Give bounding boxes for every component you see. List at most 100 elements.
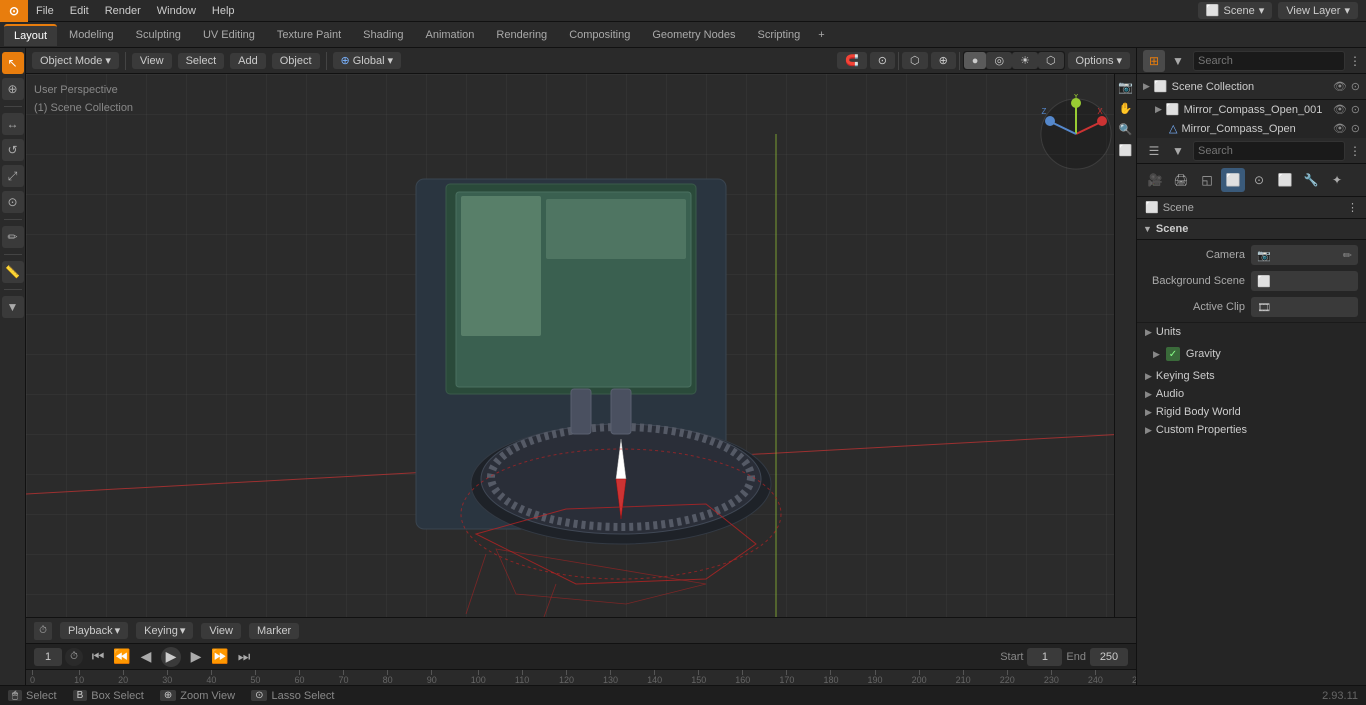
- zoom-icon[interactable]: 🔍: [1117, 120, 1135, 138]
- menu-help[interactable]: Help: [204, 0, 243, 22]
- scale-tool-button[interactable]: ⤢: [2, 165, 24, 187]
- transform-tool-button[interactable]: ⊙: [2, 191, 24, 213]
- select-menu[interactable]: Select: [178, 53, 225, 69]
- scene-coll-eye[interactable]: 👁: [1333, 80, 1347, 93]
- collection-item-name-1[interactable]: Mirror_Compass_Open_001: [1184, 104, 1329, 116]
- tab-rendering[interactable]: Rendering: [486, 24, 557, 46]
- world-props-icon[interactable]: ⊙: [1247, 168, 1271, 192]
- outliner-options-icon[interactable]: ⋮: [1349, 50, 1361, 72]
- tab-modeling[interactable]: Modeling: [59, 24, 124, 46]
- timeline-editor-icon[interactable]: ⏱: [34, 622, 52, 640]
- rendered-shading-button[interactable]: ☀: [1012, 52, 1038, 69]
- jump-to-end-button[interactable]: ⏭: [235, 648, 253, 666]
- add-tool-button[interactable]: ▼: [2, 296, 24, 318]
- particles-props-icon[interactable]: ✦: [1325, 168, 1349, 192]
- next-keyframe-button[interactable]: ⏩: [211, 648, 229, 666]
- select-tool-button[interactable]: ↖: [2, 52, 24, 74]
- tab-texture-paint[interactable]: Texture Paint: [267, 24, 351, 46]
- proportional-toggle[interactable]: ⊙: [870, 52, 895, 69]
- cursor-tool-button[interactable]: ⊕: [2, 78, 24, 100]
- properties-options-icon[interactable]: ⋮: [1349, 140, 1361, 162]
- view-menu[interactable]: View: [132, 53, 172, 69]
- start-frame-input[interactable]: 1: [1027, 648, 1062, 666]
- marker-menu[interactable]: Marker: [249, 623, 299, 639]
- rotate-tool-button[interactable]: ↺: [2, 139, 24, 161]
- next-frame-button[interactable]: ▶: [187, 648, 205, 666]
- properties-search-input[interactable]: [1193, 141, 1345, 161]
- coll-eye-1[interactable]: 👁: [1333, 103, 1347, 116]
- hand-icon[interactable]: ✋: [1117, 99, 1135, 117]
- render-props-icon[interactable]: 🎥: [1143, 168, 1167, 192]
- scene-section-header[interactable]: ▼ Scene: [1137, 219, 1366, 240]
- overlay-toggle[interactable]: ⬡: [902, 52, 928, 69]
- object-props-icon[interactable]: ⬜: [1273, 168, 1297, 192]
- coll-vis-2[interactable]: ⊙: [1351, 122, 1360, 135]
- object-menu[interactable]: Object: [272, 53, 320, 69]
- view-layer-props-icon[interactable]: ◱: [1195, 168, 1219, 192]
- gizmo-toggle[interactable]: ⊕: [931, 52, 956, 69]
- menu-file[interactable]: File: [28, 0, 62, 22]
- menu-edit[interactable]: Edit: [62, 0, 97, 22]
- camera-view-icon[interactable]: 📷: [1117, 78, 1135, 96]
- gravity-checkbox[interactable]: ✓: [1166, 347, 1180, 361]
- custom-properties-collapse[interactable]: ▶ Custom Properties: [1137, 421, 1366, 439]
- tab-scripting[interactable]: Scripting: [747, 24, 810, 46]
- collection-item-name-2[interactable]: Mirror_Compass_Open: [1181, 123, 1328, 135]
- view-all-icon[interactable]: ⬜: [1117, 141, 1135, 159]
- output-props-icon[interactable]: 🖨: [1169, 168, 1193, 192]
- menu-window[interactable]: Window: [149, 0, 204, 22]
- snap-toggle[interactable]: 🧲: [837, 52, 867, 69]
- rigid-body-world-collapse[interactable]: ▶ Rigid Body World: [1137, 403, 1366, 421]
- current-frame-display[interactable]: 1: [34, 648, 62, 666]
- view-layer-selector[interactable]: View Layer ▾: [1278, 2, 1358, 19]
- navigation-gizmo[interactable]: X Y Z: [1036, 94, 1116, 174]
- background-scene-value[interactable]: ⬜: [1251, 271, 1358, 291]
- outliner-filter-icon[interactable]: ▼: [1167, 50, 1189, 72]
- outliner-icon[interactable]: ⊞: [1143, 50, 1165, 72]
- tab-uv-editing[interactable]: UV Editing: [193, 24, 265, 46]
- properties-icon[interactable]: ☰: [1143, 140, 1165, 162]
- camera-prop-value[interactable]: 📷 ✏: [1251, 245, 1358, 265]
- units-collapse[interactable]: ▶ Units: [1137, 323, 1366, 341]
- play-button[interactable]: ▶: [161, 647, 181, 667]
- scene-props-icon[interactable]: ⬜: [1221, 168, 1245, 192]
- tab-shading[interactable]: Shading: [353, 24, 413, 46]
- annotate-tool-button[interactable]: ✏: [2, 226, 24, 248]
- modifier-props-icon[interactable]: 🔧: [1299, 168, 1323, 192]
- tab-compositing[interactable]: Compositing: [559, 24, 640, 46]
- scene-selector[interactable]: ⬜ Scene ▾: [1198, 2, 1272, 19]
- add-workspace-button[interactable]: +: [812, 29, 830, 41]
- measure-tool-button[interactable]: 📏: [2, 261, 24, 283]
- timeline-ruler[interactable]: 0102030405060708090100110120130140150160…: [26, 669, 1136, 685]
- wireframe-shading-button[interactable]: ⬡: [1038, 52, 1064, 69]
- transform-space-selector[interactable]: ⊕ Global ▾: [333, 52, 402, 69]
- menu-render[interactable]: Render: [97, 0, 149, 22]
- scene-coll-vis[interactable]: ⊙: [1351, 80, 1360, 93]
- options-button[interactable]: Options ▾: [1068, 52, 1130, 69]
- material-shading-button[interactable]: ◎: [986, 52, 1012, 69]
- scene-prop-options[interactable]: ⋮: [1347, 201, 1358, 214]
- scene-collection-name[interactable]: Scene Collection: [1172, 81, 1329, 93]
- jump-to-start-button[interactable]: ⏮: [89, 648, 107, 666]
- playback-menu[interactable]: Playback ▾: [60, 622, 128, 639]
- tab-animation[interactable]: Animation: [416, 24, 485, 46]
- tab-layout[interactable]: Layout: [4, 24, 57, 46]
- active-clip-value[interactable]: 🎞: [1251, 297, 1358, 317]
- prev-keyframe-button[interactable]: ⏪: [113, 648, 131, 666]
- add-menu[interactable]: Add: [230, 53, 266, 69]
- properties-filter-icon[interactable]: ▼: [1167, 140, 1189, 162]
- collection-item-mesh[interactable]: △ Mirror_Compass_Open 👁 ⊙: [1137, 119, 1366, 138]
- mode-selector[interactable]: Object Mode ▾: [32, 52, 119, 69]
- solid-shading-button[interactable]: ●: [964, 52, 987, 69]
- keying-sets-collapse[interactable]: ▶ Keying Sets: [1137, 367, 1366, 385]
- end-frame-input[interactable]: 250: [1090, 648, 1128, 666]
- tab-geometry-nodes[interactable]: Geometry Nodes: [642, 24, 745, 46]
- audio-collapse[interactable]: ▶ Audio: [1137, 385, 1366, 403]
- viewport-3d[interactable]: User Perspective (1) Scene Collection X …: [26, 74, 1136, 617]
- frame-clock-toggle[interactable]: ⏱: [65, 648, 83, 666]
- outliner-search-input[interactable]: [1193, 51, 1345, 71]
- move-tool-button[interactable]: ↔: [2, 113, 24, 135]
- prev-frame-button[interactable]: ◀: [137, 648, 155, 666]
- gravity-checkbox-row[interactable]: ▶ ✓ Gravity: [1145, 344, 1229, 364]
- keying-menu[interactable]: Keying ▾: [136, 622, 193, 639]
